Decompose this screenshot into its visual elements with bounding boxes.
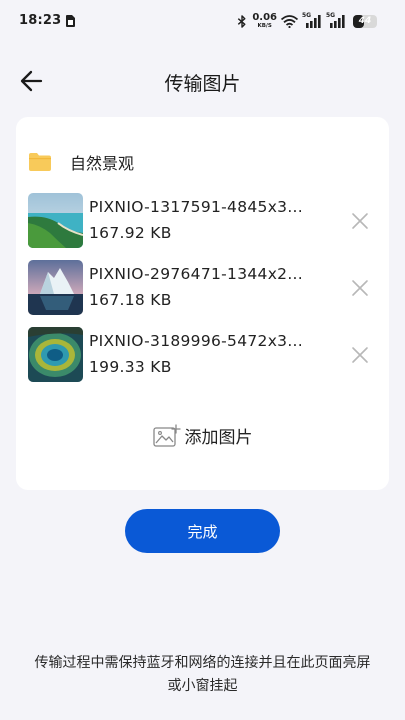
sim-card-icon [66,15,75,27]
add-picture-button[interactable]: 添加图片 [16,423,389,448]
remove-file-close-icon[interactable] [351,279,369,297]
file-name: PIXNIO-1317591-4845x3... [89,198,304,216]
cell-signal-bars-icon [330,15,345,28]
album-row: 自然景观 [29,151,134,173]
done-button[interactable]: 完成 [125,509,280,553]
add-picture-label: 添加图片 [184,428,253,448]
file-item: PIXNIO-1317591-4845x3... 167.92 KB [28,193,377,249]
album-name: 自然景观 [70,154,135,173]
status-bar: 18:23 0.06 KB/S 5G 5G 44 [0,0,405,42]
folder-icon [29,153,51,171]
file-name: PIXNIO-2976471-1344x2... [89,265,304,283]
transfer-notice: 传输过程中需保持蓝牙和网络的连接并且在此页面亮屏或小窗挂起 [34,655,371,694]
cell-signal-1: 5G [302,12,322,28]
app-header: 传输图片 [0,58,405,104]
add-image-icon [152,423,181,447]
file-size: 167.18 KB [89,291,172,309]
battery-level: 44 [358,16,372,26]
battery-icon: 44 [353,14,377,28]
network-speed: 0.06 KB/S [252,11,277,30]
thumbnail-iceberg [28,260,83,315]
file-size: 199.33 KB [89,358,172,376]
file-size: 167.92 KB [89,224,172,242]
network-speed-unit: KB/S [257,22,272,29]
remove-file-close-icon[interactable] [351,212,369,230]
network-speed-value: 0.06 [252,11,277,23]
thumbnail-beach [28,193,83,248]
file-item: PIXNIO-2976471-1344x2... 167.18 KB [28,260,377,316]
cell-signal-2: 5G [326,12,346,28]
thumbnail-hot-spring [28,327,83,382]
bluetooth-icon [238,14,246,28]
remove-file-close-icon[interactable] [351,346,369,364]
wifi-icon [281,14,298,28]
file-item: PIXNIO-3189996-5472x3... 199.33 KB [28,327,377,383]
status-indicators: 0.06 KB/S 5G 5G 44 [237,12,377,30]
status-time: 18:23 [19,13,62,28]
file-name: PIXNIO-3189996-5472x3... [89,332,304,350]
page-title: 传输图片 [164,73,241,95]
transfer-card: 自然景观 PIXNIO-1317591-4845x3... 167.92 KB [16,117,389,490]
cell-signal-bars-icon [306,15,321,28]
